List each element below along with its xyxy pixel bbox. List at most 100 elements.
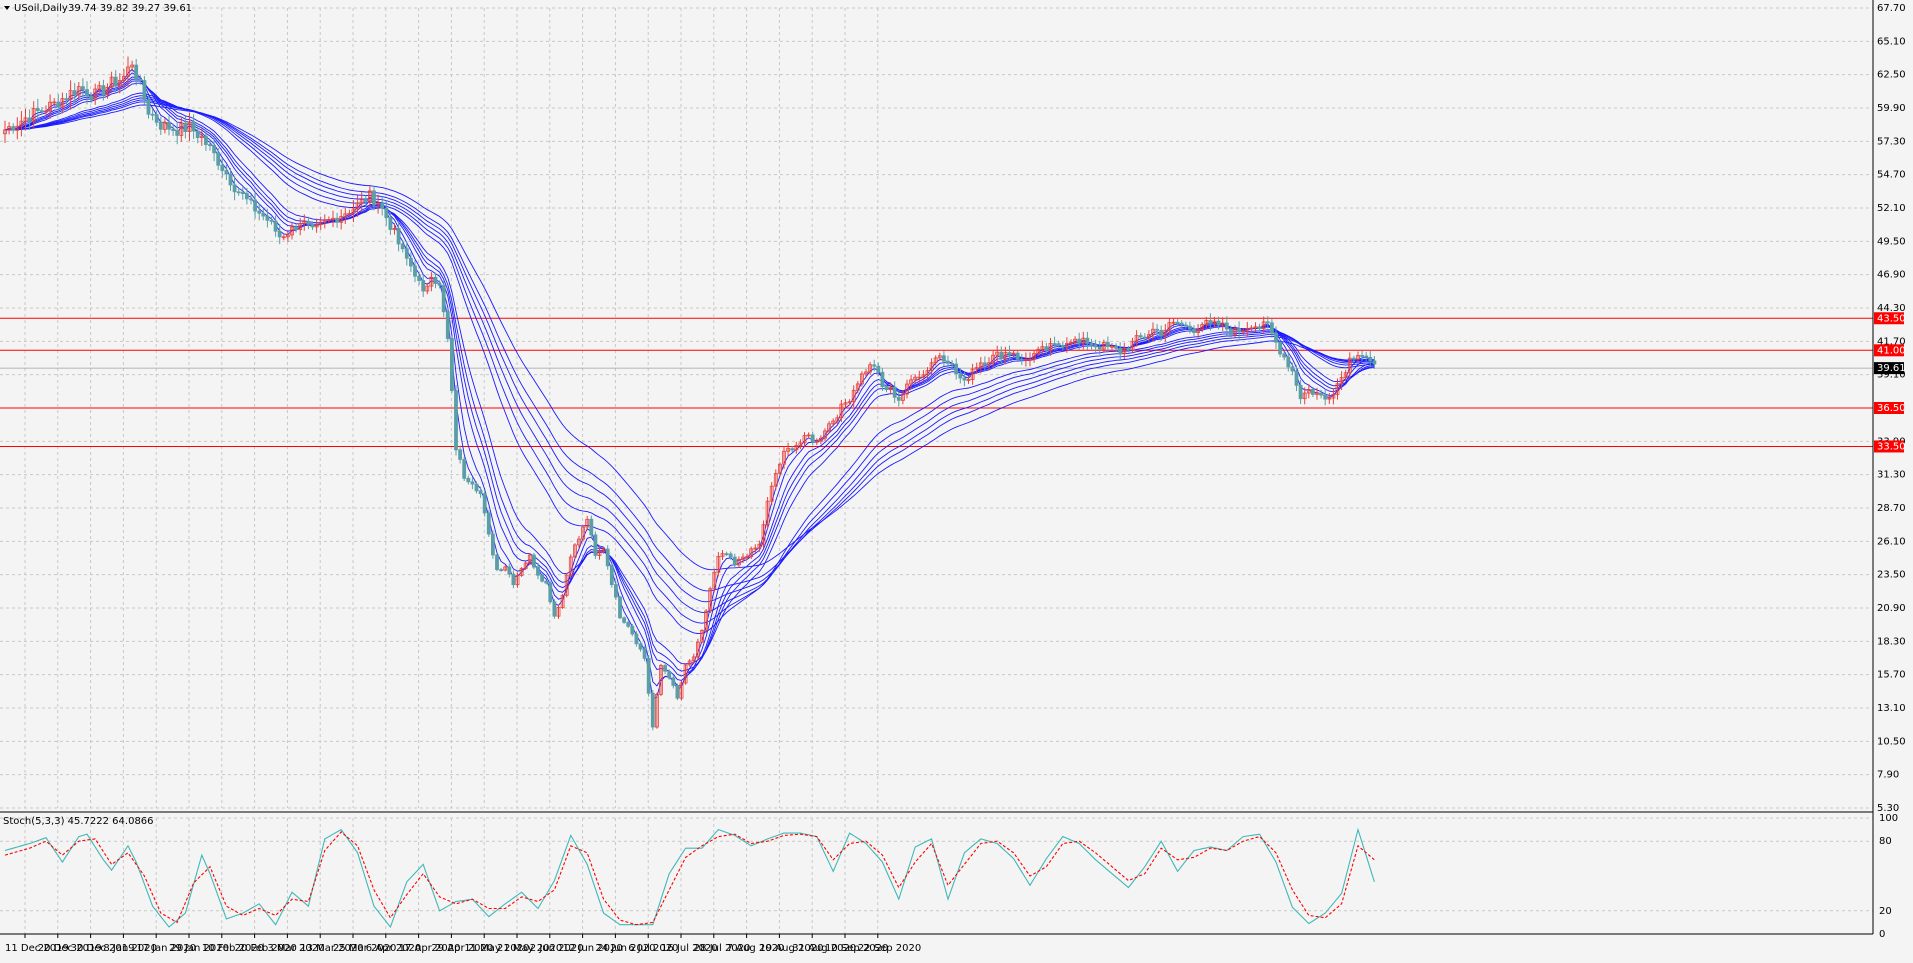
candle-body bbox=[958, 373, 963, 379]
candle-body bbox=[1278, 341, 1282, 355]
candle-body bbox=[1286, 356, 1291, 368]
candle-body bbox=[171, 128, 176, 131]
candle-body bbox=[35, 108, 40, 112]
candle-body bbox=[27, 117, 32, 122]
price-tick-label: 28.70 bbox=[1877, 503, 1906, 514]
candle-body bbox=[511, 573, 516, 586]
candle-body bbox=[384, 207, 389, 219]
candle-body bbox=[732, 556, 737, 566]
candle-body bbox=[195, 130, 200, 138]
candle-body bbox=[388, 217, 393, 230]
candle-body bbox=[134, 64, 139, 80]
price-tick-label: 54.70 bbox=[1877, 170, 1906, 181]
chart-svg[interactable]: 67.70 65.10 62.50 59.90 57.30 54.70 52.10 49.50… bbox=[0, 0, 1913, 959]
candle-body bbox=[1372, 360, 1377, 365]
candle-body bbox=[1298, 384, 1303, 400]
chart-header[interactable]: USoil,Daily 39.74 39.82 39.27 39.61 bbox=[4, 3, 192, 14]
candle-body bbox=[536, 566, 540, 576]
candle-body bbox=[191, 121, 196, 132]
candle-body bbox=[495, 554, 499, 570]
candle-body bbox=[224, 170, 229, 175]
price-tick-label: 20.90 bbox=[1877, 603, 1906, 614]
candle-body bbox=[400, 243, 405, 250]
candle-body bbox=[1118, 347, 1123, 355]
candle-body bbox=[663, 665, 667, 672]
candle-body bbox=[880, 371, 885, 388]
candle-body bbox=[175, 130, 180, 136]
candle-body bbox=[1093, 344, 1098, 348]
candle-body bbox=[552, 601, 557, 617]
candle-body bbox=[999, 351, 1004, 359]
candle-body bbox=[294, 226, 299, 231]
candle-body bbox=[638, 643, 643, 650]
candle-body bbox=[896, 396, 901, 401]
candle-body bbox=[1274, 332, 1278, 343]
candle-body bbox=[1208, 320, 1213, 324]
candle-body bbox=[310, 223, 315, 228]
candle-body bbox=[1360, 355, 1364, 357]
level-label: 43.50 bbox=[1877, 313, 1906, 324]
candle-body bbox=[1097, 346, 1102, 350]
time-tick-label: 22 Sep 2020 bbox=[858, 943, 921, 954]
candle-body bbox=[671, 677, 676, 686]
candle-body bbox=[445, 311, 450, 339]
candle-body bbox=[72, 90, 77, 96]
candle-body bbox=[138, 79, 143, 81]
candle-body bbox=[11, 126, 16, 131]
candle-body bbox=[1089, 343, 1094, 346]
candle-body bbox=[1237, 328, 1241, 333]
price-tick-label: 49.50 bbox=[1877, 236, 1906, 247]
chart-background bbox=[0, 0, 1913, 959]
candle-body bbox=[478, 490, 483, 495]
candle-body bbox=[892, 386, 897, 398]
level-label: 33.50 bbox=[1877, 441, 1906, 452]
candle-body bbox=[454, 390, 458, 451]
candle-body bbox=[540, 574, 544, 582]
candle-body bbox=[203, 135, 208, 145]
candle-body bbox=[269, 219, 274, 222]
candle-body bbox=[1007, 352, 1012, 355]
candle-body bbox=[1060, 344, 1065, 347]
candle-body bbox=[1368, 356, 1373, 362]
candle-body bbox=[630, 625, 635, 635]
candle-body bbox=[335, 217, 340, 223]
candle-body bbox=[1142, 336, 1147, 339]
price-tick-label: 7.90 bbox=[1877, 770, 1899, 781]
candle-body bbox=[113, 76, 118, 87]
candle-body bbox=[1159, 330, 1164, 337]
candle-body bbox=[1015, 352, 1020, 360]
candle-body bbox=[1290, 366, 1295, 372]
candle-body bbox=[228, 173, 233, 186]
candle-body bbox=[1282, 353, 1287, 358]
level-label: 36.50 bbox=[1877, 403, 1906, 414]
stoch-tick-label: 0 bbox=[1879, 929, 1885, 940]
candle-body bbox=[872, 364, 877, 367]
candle-body bbox=[363, 199, 368, 203]
candle-body bbox=[1085, 337, 1090, 344]
candle-body bbox=[790, 448, 795, 451]
candle-body bbox=[89, 95, 93, 100]
price-tick-label: 18.30 bbox=[1877, 636, 1906, 647]
candle-body bbox=[101, 85, 106, 96]
price-tick-label: 65.10 bbox=[1877, 36, 1906, 47]
candle-body bbox=[532, 554, 536, 568]
candle-body bbox=[216, 152, 221, 166]
candle-body bbox=[466, 477, 471, 483]
candle-body bbox=[64, 98, 69, 101]
candle-body bbox=[1364, 355, 1369, 358]
candle-body bbox=[1319, 392, 1323, 396]
candle-body bbox=[408, 257, 413, 267]
candle-body bbox=[1352, 357, 1356, 360]
candle-body bbox=[634, 633, 639, 645]
candle-body bbox=[372, 190, 376, 206]
price-tick-label: 62.50 bbox=[1877, 70, 1906, 81]
candle-body bbox=[724, 553, 729, 556]
candle-body bbox=[449, 338, 454, 392]
candle-body bbox=[1257, 326, 1262, 330]
candle-body bbox=[208, 144, 212, 147]
candle-body bbox=[1188, 325, 1192, 330]
price-tick-label: 46.90 bbox=[1877, 270, 1906, 281]
candle-body bbox=[1270, 322, 1274, 334]
price-tick-label: 52.10 bbox=[1877, 203, 1906, 214]
candle-body bbox=[417, 275, 422, 281]
